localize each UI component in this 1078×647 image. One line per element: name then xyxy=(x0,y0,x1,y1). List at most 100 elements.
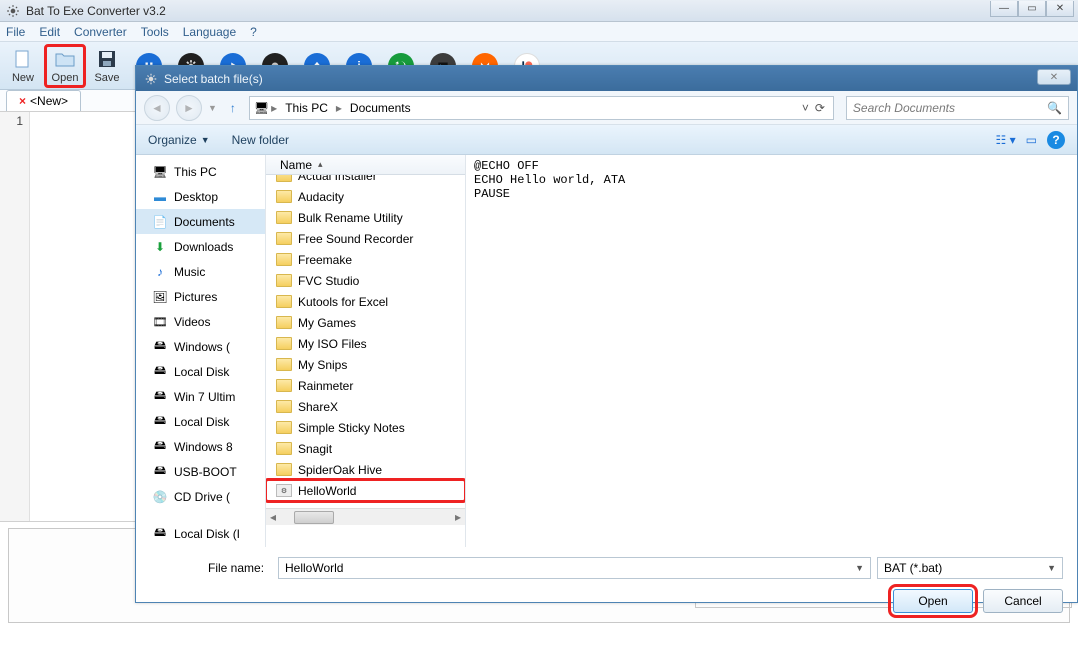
file-item[interactable]: Snagit xyxy=(266,438,465,459)
tab-close-icon[interactable]: × xyxy=(19,94,26,108)
nav-downloads[interactable]: ⬇Downloads xyxy=(136,234,265,259)
new-button[interactable]: New xyxy=(2,44,44,88)
nav-pane: 🖥This PC ▬Desktop 📄Documents ⬇Downloads … xyxy=(136,155,266,547)
file-item[interactable]: FVC Studio xyxy=(266,270,465,291)
breadcrumb-root[interactable]: This PC xyxy=(279,101,334,115)
file-item[interactable]: Free Sound Recorder xyxy=(266,228,465,249)
file-item[interactable]: Bulk Rename Utility xyxy=(266,207,465,228)
menu-edit[interactable]: Edit xyxy=(39,25,60,39)
menu-tools[interactable]: Tools xyxy=(141,25,169,39)
file-item[interactable]: SpiderOak Hive xyxy=(266,459,465,480)
nav-desktop[interactable]: ▬Desktop xyxy=(136,184,265,209)
preview-pane-icon[interactable]: ▭ xyxy=(1026,133,1037,147)
horizontal-scrollbar[interactable]: ◂ ▸ xyxy=(266,508,465,525)
dialog-icon xyxy=(144,72,158,86)
nav-pictures[interactable]: 🖼Pictures xyxy=(136,284,265,309)
folder-icon xyxy=(276,358,292,371)
cancel-button[interactable]: Cancel xyxy=(983,589,1063,613)
nav-usbboot[interactable]: 🖴USB-BOOT xyxy=(136,459,265,484)
organize-button[interactable]: Organize▼ xyxy=(148,133,210,147)
dialog-nav-row: ◄ ► ▼ ↑ 🖥 ▸ This PC ▸ Documents ˅⟳ Searc… xyxy=(136,91,1077,125)
folder-icon xyxy=(276,463,292,476)
nav-documents[interactable]: 📄Documents xyxy=(136,209,265,234)
file-item[interactable]: My Snips xyxy=(266,354,465,375)
nav-cddrive[interactable]: 💿CD Drive ( xyxy=(136,484,265,509)
open-button[interactable]: Open xyxy=(44,44,86,88)
minimize-button[interactable]: — xyxy=(990,1,1018,17)
open-file-button[interactable]: Open xyxy=(893,589,973,613)
menu-file[interactable]: File xyxy=(6,25,25,39)
view-options-icon[interactable]: ☷ ▾ xyxy=(996,133,1016,147)
file-item[interactable]: Kutools for Excel xyxy=(266,291,465,312)
file-item[interactable]: Actual Installer xyxy=(266,175,465,186)
nav-localdisk2[interactable]: 🖴Local Disk xyxy=(136,409,265,434)
folder-icon xyxy=(276,253,292,266)
save-icon xyxy=(95,48,119,70)
search-input[interactable]: Search Documents 🔍 xyxy=(846,96,1069,120)
nav-music[interactable]: ♪Music xyxy=(136,259,265,284)
pc-icon: 🖥 xyxy=(254,101,269,115)
file-item[interactable]: My Games xyxy=(266,312,465,333)
newfolder-button[interactable]: New folder xyxy=(232,133,289,147)
file-item[interactable]: My ISO Files xyxy=(266,333,465,354)
filter-dropdown-icon[interactable]: ▼ xyxy=(1047,563,1056,573)
main-titlebar: Bat To Exe Converter v3.2 — ▭ ✕ xyxy=(0,0,1078,22)
breadcrumb-folder[interactable]: Documents xyxy=(344,101,417,115)
nav-win7[interactable]: 🖴Win 7 Ultim xyxy=(136,384,265,409)
menu-help[interactable]: ? xyxy=(250,25,257,39)
help-icon[interactable]: ? xyxy=(1047,131,1065,149)
file-item[interactable]: Simple Sticky Notes xyxy=(266,417,465,438)
file-item[interactable]: Rainmeter xyxy=(266,375,465,396)
nav-videos[interactable]: 🎞Videos xyxy=(136,309,265,334)
file-item-helloworld[interactable]: ⚙HelloWorld xyxy=(266,480,465,501)
tab-new[interactable]: × <New> xyxy=(6,90,81,111)
nav-localdisk1[interactable]: 🖴Local Disk xyxy=(136,359,265,384)
dialog-command-row: Organize▼ New folder ☷ ▾ ▭ ? xyxy=(136,125,1077,155)
menu-bar: File Edit Converter Tools Language ? xyxy=(0,22,1078,42)
folder-icon xyxy=(276,337,292,350)
app-icon xyxy=(6,4,20,18)
folder-icon xyxy=(276,316,292,329)
nav-back-button[interactable]: ◄ xyxy=(144,95,170,121)
dialog-footer: File name: HelloWorld ▼ BAT (*.bat) ▼ Op… xyxy=(136,547,1077,627)
scroll-thumb[interactable] xyxy=(294,511,334,524)
bat-file-icon: ⚙ xyxy=(276,484,292,497)
folder-icon xyxy=(276,274,292,287)
nav-windows8[interactable]: 🖴Windows 8 xyxy=(136,434,265,459)
preview-pane: @ECHO OFF ECHO Hello world, ATA PAUSE xyxy=(466,155,1077,547)
folder-icon xyxy=(276,295,292,308)
save-button[interactable]: Save xyxy=(86,44,128,88)
folder-icon xyxy=(276,379,292,392)
folder-icon xyxy=(276,442,292,455)
search-icon: 🔍 xyxy=(1047,101,1062,115)
column-header-name[interactable]: Name▴ xyxy=(266,155,465,175)
refresh-icon[interactable]: ⟳ xyxy=(815,101,825,115)
file-item[interactable]: ShareX xyxy=(266,396,465,417)
close-button[interactable]: ✕ xyxy=(1046,1,1074,17)
breadcrumb-dropdown-icon[interactable]: ˅ xyxy=(802,101,809,115)
file-item[interactable]: Freemake xyxy=(266,249,465,270)
nav-thispc[interactable]: 🖥This PC xyxy=(136,159,265,184)
nav-windows1[interactable]: 🖴Windows ( xyxy=(136,334,265,359)
folder-icon xyxy=(276,175,292,182)
dialog-close-button[interactable] xyxy=(1037,69,1071,85)
menu-converter[interactable]: Converter xyxy=(74,25,127,39)
folder-icon xyxy=(276,190,292,203)
folder-icon xyxy=(276,400,292,413)
folder-icon xyxy=(276,421,292,434)
dialog-titlebar: Select batch file(s) xyxy=(136,66,1077,91)
maximize-button[interactable]: ▭ xyxy=(1018,1,1046,17)
nav-forward-button[interactable]: ► xyxy=(176,95,202,121)
file-item[interactable]: Audacity xyxy=(266,186,465,207)
open-icon xyxy=(53,48,77,70)
menu-language[interactable]: Language xyxy=(183,25,236,39)
new-icon xyxy=(11,48,35,70)
filename-input[interactable]: HelloWorld ▼ xyxy=(278,557,871,579)
folder-icon xyxy=(276,211,292,224)
file-list-pane: Name▴ Actual Installer Audacity Bulk Ren… xyxy=(266,155,466,547)
nav-localdisk3[interactable]: 🖴Local Disk (I xyxy=(136,521,265,546)
filename-dropdown-icon[interactable]: ▼ xyxy=(855,563,864,573)
nav-up-button[interactable]: ↑ xyxy=(223,97,243,119)
filetype-filter[interactable]: BAT (*.bat) ▼ xyxy=(877,557,1063,579)
breadcrumb[interactable]: 🖥 ▸ This PC ▸ Documents ˅⟳ xyxy=(249,96,834,120)
